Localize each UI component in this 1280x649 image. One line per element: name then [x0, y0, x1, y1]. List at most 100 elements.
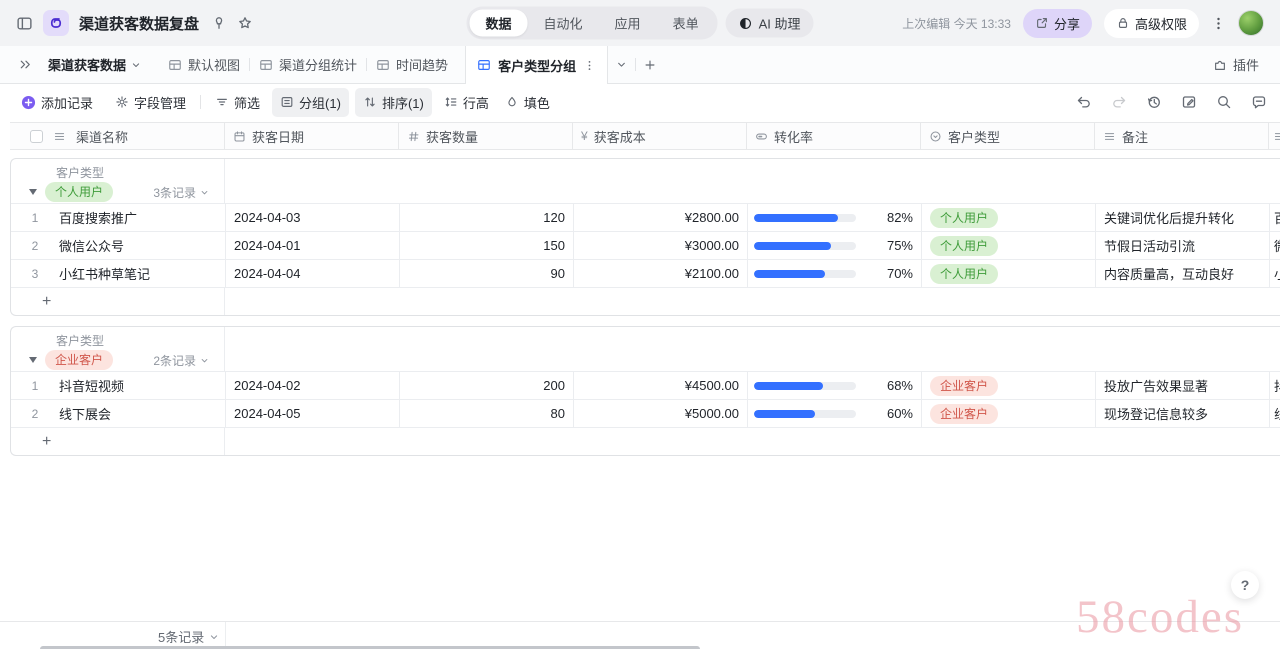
avatar[interactable] [1238, 10, 1264, 36]
view-item-default[interactable]: 默认视图 [159, 46, 249, 83]
cell-date[interactable]: 2024-04-05 [226, 400, 400, 427]
comment-icon[interactable] [1251, 94, 1267, 110]
group-button[interactable]: 分组(1) [272, 88, 349, 117]
cell-clipped[interactable]: 小 [1270, 260, 1280, 287]
group-header: 客户类型 企业客户 2条记录 [11, 327, 1280, 371]
views-dropdown-icon[interactable] [608, 46, 635, 83]
add-record-button[interactable]: 添加记录 [13, 88, 101, 117]
group-card-enterprise: 客户类型 企业客户 2条记录 1抖音短视频 2024-04-02 200 ¥45… [10, 326, 1280, 456]
cell-qty[interactable]: 150 [400, 232, 574, 259]
base-app-icon[interactable] [43, 10, 69, 36]
column-header-note[interactable]: 备注 [1095, 123, 1269, 149]
group-record-count[interactable]: 2条记录 [153, 352, 210, 369]
progress-fill [754, 242, 831, 250]
cell-type[interactable]: 个人用户 [922, 232, 1096, 259]
cell-cost[interactable]: ¥4500.00 [574, 372, 748, 399]
cell-date[interactable]: 2024-04-04 [226, 260, 400, 287]
view-item-customer-type-active[interactable]: 客户类型分组 [465, 46, 608, 84]
column-header-rate[interactable]: 转化率 [747, 123, 921, 149]
cell-note[interactable]: 内容质量高，互动良好 [1096, 260, 1270, 287]
field-manage-button[interactable]: 字段管理 [107, 88, 194, 117]
pin-icon[interactable] [211, 15, 227, 31]
tab-apps[interactable]: 应用 [599, 10, 657, 37]
cell-cost[interactable]: ¥2100.00 [574, 260, 748, 287]
cell-note[interactable]: 现场登记信息较多 [1096, 400, 1270, 427]
help-button[interactable]: ? [1231, 571, 1259, 599]
cell-qty[interactable]: 120 [400, 204, 574, 231]
history-icon[interactable] [1146, 94, 1162, 110]
column-header-channel[interactable]: 渠道名称 [10, 123, 225, 149]
expand-tables-icon[interactable] [12, 46, 39, 83]
advanced-permission-button[interactable]: 高级权限 [1104, 9, 1199, 38]
column-header-cost[interactable]: ¥ 获客成本 [573, 123, 747, 149]
cell-rate[interactable]: 82% [748, 204, 922, 231]
row-number: 2 [11, 239, 59, 253]
progress-track [754, 270, 856, 278]
cell-date[interactable]: 2024-04-02 [226, 372, 400, 399]
undo-icon[interactable] [1076, 94, 1092, 110]
cell-date[interactable]: 2024-04-03 [226, 204, 400, 231]
filter-button[interactable]: 筛选 [207, 88, 268, 117]
tab-forms[interactable]: 表单 [657, 10, 715, 37]
add-record-row[interactable]: + [11, 287, 1280, 315]
column-header-qty[interactable]: 获客数量 [399, 123, 573, 149]
cell-type[interactable]: 企业客户 [922, 372, 1096, 399]
cell-clipped[interactable]: 抖 [1270, 372, 1280, 399]
group-record-count[interactable]: 3条记录 [153, 184, 210, 201]
progress-fill [754, 214, 838, 222]
cell-clipped[interactable]: 线 [1270, 400, 1280, 427]
mode-tab-group: 数据 自动化 应用 表单 [467, 7, 718, 40]
cell-qty[interactable]: 80 [400, 400, 574, 427]
divider [200, 95, 201, 109]
tab-data[interactable]: 数据 [470, 10, 528, 37]
plugins-button[interactable]: 插件 [1204, 55, 1268, 74]
share-button[interactable]: 分享 [1023, 9, 1092, 38]
group-field-label: 客户类型 [29, 332, 210, 349]
cell-cost[interactable]: ¥5000.00 [574, 400, 748, 427]
cell-rate[interactable]: 70% [748, 260, 922, 287]
add-view-icon[interactable] [636, 46, 664, 83]
progress-track [754, 410, 856, 418]
record-count-summary[interactable]: 5条记录 [158, 627, 220, 646]
cell-clipped[interactable]: 百 [1270, 204, 1280, 231]
cell-type[interactable]: 个人用户 [922, 260, 1096, 287]
more-menu-icon[interactable] [1211, 16, 1226, 31]
cell-clipped[interactable]: 微 [1270, 232, 1280, 259]
cell-qty[interactable]: 200 [400, 372, 574, 399]
view-item-channel-group[interactable]: 渠道分组统计 [250, 46, 366, 83]
column-header-clipped[interactable] [1269, 123, 1280, 149]
column-header-type[interactable]: 客户类型 [921, 123, 1095, 149]
cell-rate[interactable]: 75% [748, 232, 922, 259]
sort-button[interactable]: 排序(1) [355, 88, 432, 117]
cell-note[interactable]: 关键词优化后提升转化 [1096, 204, 1270, 231]
cell-rate[interactable]: 60% [748, 400, 922, 427]
tab-automation[interactable]: 自动化 [528, 10, 599, 37]
cell-cost[interactable]: ¥3000.00 [574, 232, 748, 259]
column-header-date[interactable]: 获客日期 [225, 123, 399, 149]
cell-qty[interactable]: 90 [400, 260, 574, 287]
sidebar-toggle-icon[interactable] [16, 15, 33, 32]
select-all-checkbox[interactable] [30, 130, 43, 143]
table-selector[interactable]: 渠道获客数据 [39, 46, 151, 83]
table-footer: 5条记录 [0, 621, 1280, 649]
ai-assistant-button[interactable]: AI 助理 [726, 9, 814, 38]
view-item-time-trend[interactable]: 时间趋势 [367, 46, 457, 83]
cell-date[interactable]: 2024-04-01 [226, 232, 400, 259]
add-record-row[interactable]: + [11, 427, 1280, 455]
paint-drop-icon [505, 95, 519, 109]
view-more-icon[interactable] [583, 59, 596, 72]
row-height-button[interactable]: 行高 [436, 88, 497, 117]
cell-note[interactable]: 节假日活动引流 [1096, 232, 1270, 259]
cell-type[interactable]: 企业客户 [922, 400, 1096, 427]
fill-color-button[interactable]: 填色 [497, 88, 558, 117]
cell-note[interactable]: 投放广告效果显著 [1096, 372, 1270, 399]
search-icon[interactable] [1216, 94, 1232, 110]
cell-cost[interactable]: ¥2800.00 [574, 204, 748, 231]
redo-icon[interactable] [1111, 94, 1127, 110]
star-icon[interactable] [237, 15, 253, 31]
collapse-triangle-icon[interactable] [29, 189, 37, 195]
cell-type[interactable]: 个人用户 [922, 204, 1096, 231]
collapse-triangle-icon[interactable] [29, 357, 37, 363]
cell-rate[interactable]: 68% [748, 372, 922, 399]
form-edit-icon[interactable] [1181, 94, 1197, 110]
